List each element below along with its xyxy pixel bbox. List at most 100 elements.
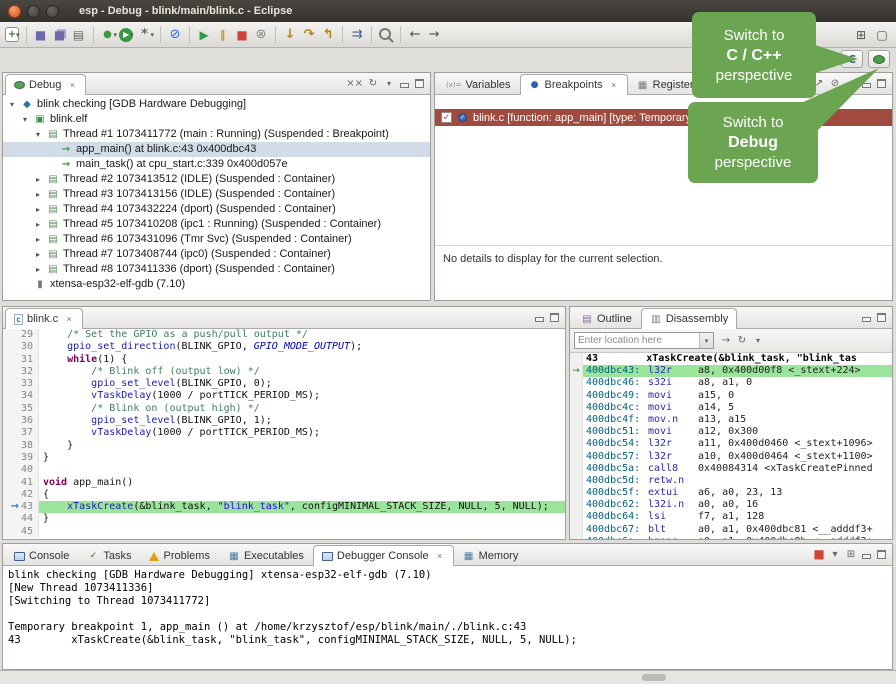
suspend-icon[interactable]: ‖ [214, 26, 232, 44]
cpp-perspective-button[interactable]: C [841, 50, 863, 68]
code-line[interactable]: 42{ [3, 489, 565, 501]
tab-disassembly[interactable]: ▥Disassembly [641, 308, 737, 329]
code-line[interactable]: 33 gpio_set_level(BLINK_GPIO, 0); [3, 378, 565, 390]
maximize-icon[interactable] [876, 78, 887, 89]
code-line[interactable]: 40 [3, 464, 565, 476]
tree-item[interactable]: ▸▤Thread #2 1073413512 (IDLE) (Suspended… [3, 172, 430, 187]
location-combo[interactable] [574, 332, 714, 349]
tree-item[interactable]: ▸▤Thread #7 1073408744 (ipc0) (Suspended… [3, 247, 430, 262]
step-return-icon[interactable]: ↰ [319, 26, 337, 44]
window-minimize-button[interactable] [27, 5, 40, 18]
collapse-icon[interactable]: ▾ [20, 112, 30, 127]
code-line[interactable]: 38 } [3, 440, 565, 452]
tab-memory[interactable]: ▦Memory [454, 545, 528, 566]
disassembly-source-row[interactable]: 43 xTaskCreate(&blink_task, "blink_tas [570, 353, 892, 365]
code-line[interactable]: 30 gpio_set_direction(BLINK_GPIO, GPIO_M… [3, 341, 565, 353]
close-icon[interactable] [609, 80, 619, 90]
collapse-icon[interactable]: ▾ [33, 127, 43, 142]
display-selected-console-icon[interactable]: ▾ [829, 547, 841, 561]
disassembly-row[interactable]: 400dbc49:movia15, 0 [570, 390, 892, 402]
disassembly-row[interactable]: 400dbc54:l32ra11, 0x400d0460 <_stext+109… [570, 438, 892, 450]
tree-item[interactable]: ▾◆blink checking [GDB Hardware Debugging… [3, 97, 430, 112]
print-icon[interactable]: ▤ [70, 26, 88, 44]
code-line[interactable]: →43 xTaskCreate(&blink_task, "blink_task… [3, 501, 565, 513]
open-perspective-icon[interactable]: ⊞ [852, 26, 870, 44]
disassembly-row[interactable]: →400dbc43:l32ra8, 0x400d00f8 <_stext+224… [570, 365, 892, 377]
tree-item[interactable]: ▸▤Thread #6 1073431096 (Tmr Svc) (Suspen… [3, 232, 430, 247]
combo-dropdown-icon[interactable] [699, 333, 713, 348]
expand-icon[interactable]: ▸ [33, 187, 43, 202]
view-menu-icon[interactable]: ▾ [752, 334, 764, 348]
maximize-icon[interactable] [876, 312, 887, 323]
disassembly-row[interactable]: 400dbc4f:mov.na13, a15 [570, 414, 892, 426]
tree-item[interactable]: →app_main() at blink.c:43 0x400dbc43 [3, 142, 430, 157]
disassembly-row[interactable]: 400dbc4c:movia14, 5 [570, 402, 892, 414]
debug-perspective-button[interactable] [868, 50, 890, 68]
tab-outline[interactable]: ▤Outline [572, 308, 641, 329]
disassembly-row[interactable]: 400dbc51:movia12, 0x300 [570, 426, 892, 438]
tab-breakpoints[interactable]: ●Breakpoints [520, 74, 628, 95]
code-line[interactable]: 34 vTaskDelay(1000 / portTICK_PERIOD_MS)… [3, 390, 565, 402]
tree-item[interactable]: →main_task() at cpu_start.c:339 0x400d05… [3, 157, 430, 172]
disconnect-icon[interactable]: ⊗ [252, 26, 270, 44]
disassembly-row[interactable]: 400dbc5f:extuia6, a0, 23, 13 [570, 487, 892, 499]
disassembly-listing[interactable]: 43 xTaskCreate(&blink_task, "blink_tas→4… [570, 353, 892, 539]
step-over-icon[interactable]: ↷ [300, 26, 318, 44]
code-line[interactable]: 37 vTaskDelay(1000 / portTICK_PERIOD_MS)… [3, 427, 565, 439]
refresh-icon[interactable]: ↻ [736, 334, 748, 348]
minimize-icon[interactable] [534, 312, 545, 323]
tab-console[interactable]: Console [5, 545, 78, 566]
tree-item[interactable]: ▸▤Thread #4 1073432224 (dport) (Suspende… [3, 202, 430, 217]
code-line[interactable]: 36 gpio_set_level(BLINK_GPIO, 1); [3, 415, 565, 427]
details-sash[interactable] [435, 245, 892, 246]
search-icon[interactable] [377, 26, 395, 44]
code-line[interactable]: 35 /* Blink on (output high) */ [3, 403, 565, 415]
breakpoint-checkbox[interactable] [441, 112, 452, 123]
expand-icon[interactable]: ▸ [33, 262, 43, 277]
code-line[interactable]: 39} [3, 452, 565, 464]
code-line[interactable]: 32 /* Blink off (output low) */ [3, 366, 565, 378]
save-all-icon[interactable]: ■ [51, 26, 69, 44]
view-menu-icon[interactable]: ▾ [383, 76, 395, 90]
location-input[interactable] [575, 333, 699, 348]
expand-icon[interactable]: ▸ [33, 247, 43, 262]
dropdown-caret-icon[interactable]: ▾ [16, 31, 20, 39]
horizontal-scrollbar-thumb[interactable] [642, 674, 666, 681]
close-icon[interactable] [435, 551, 445, 561]
window-maximize-button[interactable] [46, 5, 59, 18]
tab-problems[interactable]: Problems [140, 545, 218, 566]
maximize-icon[interactable] [549, 312, 560, 323]
save-icon[interactable]: ■ [32, 26, 50, 44]
disassembly-row[interactable]: 400dbc57:l32ra10, 0x400d0464 <_stext+110… [570, 451, 892, 463]
code-line[interactable]: 45 [3, 526, 565, 538]
step-into-icon[interactable]: ↓ [281, 26, 299, 44]
disassembly-row[interactable]: 400dbc64:lsif7, a1, 128 [570, 511, 892, 523]
tab-variables[interactable]: (x)=Variables [437, 74, 520, 95]
back-icon[interactable]: ← [406, 26, 424, 44]
tree-item[interactable]: ▸▤Thread #3 1073413156 (IDLE) (Suspended… [3, 187, 430, 202]
terminate-icon[interactable]: ■ [233, 26, 251, 44]
remove-all-terminated-icon[interactable]: ×× [346, 76, 363, 90]
disassembly-row[interactable]: 400dbc5a:call80x40084314 <xTaskCreatePin… [570, 463, 892, 475]
close-icon[interactable] [67, 80, 77, 90]
tree-item[interactable]: ▾▤Thread #1 1073411772 (main : Running) … [3, 127, 430, 142]
disassembly-row[interactable]: 400dbc67:blta0, a1, 0x400dbc81 <__adddf3… [570, 524, 892, 536]
tab-executables[interactable]: ▦Executables [219, 545, 313, 566]
dropdown-caret-icon[interactable]: ▾ [114, 31, 118, 39]
relaunch-icon[interactable]: ↻ [367, 76, 379, 90]
code-line[interactable]: 29 /* Set the GPIO as a push/pull output… [3, 329, 565, 341]
tree-item[interactable]: ▸▤Thread #5 1073410208 (ipc1 : Running) … [3, 217, 430, 232]
code-editor[interactable]: 29 /* Set the GPIO as a push/pull output… [3, 329, 565, 539]
breakpoint-row[interactable]: blink.c [function: app_main] [type: Temp… [435, 109, 892, 126]
minimize-icon[interactable] [861, 78, 872, 89]
minimize-icon[interactable] [861, 549, 872, 560]
disassembly-row[interactable]: 400dbc46:s32ia8, a1, 0 [570, 377, 892, 389]
close-icon[interactable] [64, 314, 74, 324]
code-line[interactable]: 31 while(1) { [3, 354, 565, 366]
expand-icon[interactable]: ▸ [33, 232, 43, 247]
tree-item[interactable]: ▾▣blink.elf [3, 112, 430, 127]
tree-item[interactable]: ▸▤Thread #8 1073411336 (dport) (Suspende… [3, 262, 430, 277]
debugger-console-output[interactable]: blink checking [GDB Hardware Debugging] … [3, 566, 892, 669]
restore-perspective-icon[interactable]: ▢ [873, 26, 891, 44]
show-pc-icon[interactable]: → [720, 334, 732, 348]
